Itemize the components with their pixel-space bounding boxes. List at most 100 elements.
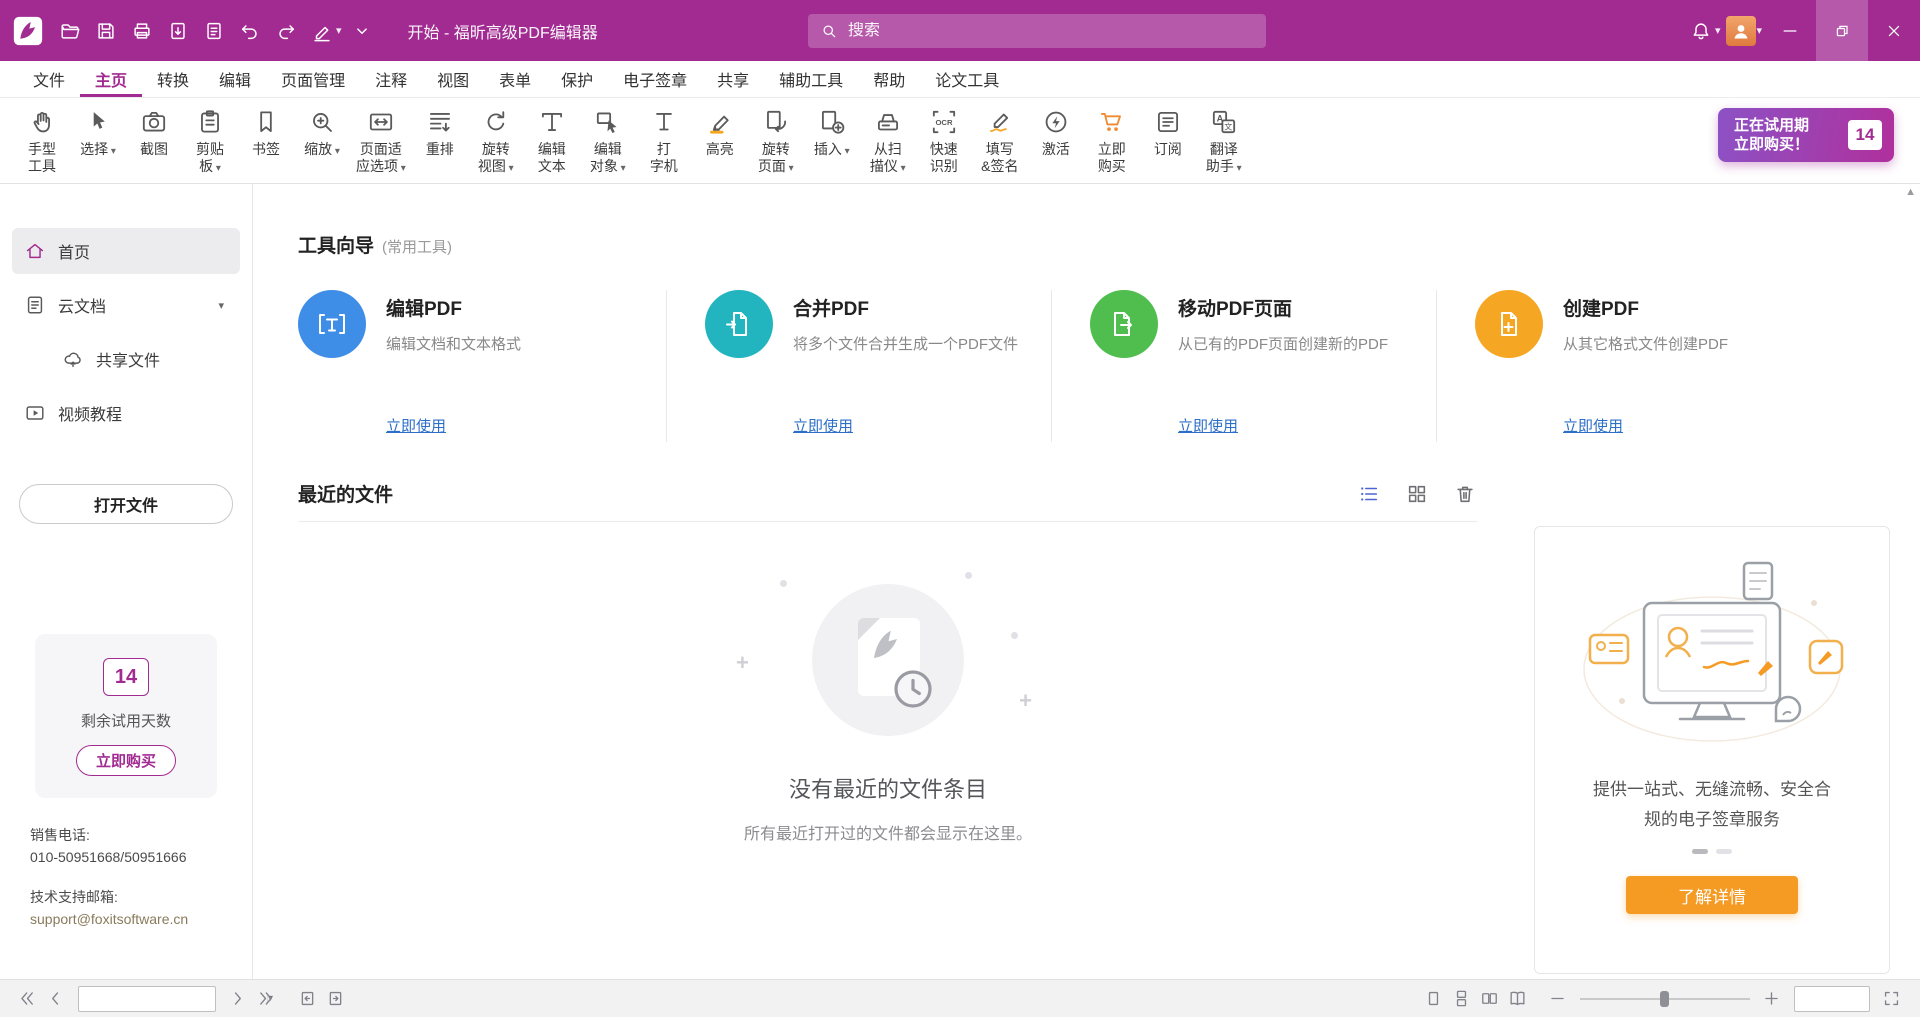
- search-input[interactable]: [848, 22, 1254, 40]
- tool-edit-text[interactable]: 编辑 文本: [530, 107, 574, 177]
- use-now-link[interactable]: 立即使用: [793, 415, 853, 436]
- search-box[interactable]: [808, 14, 1266, 48]
- sidebar-item-shared-files[interactable]: 共享文件: [12, 336, 240, 382]
- learn-more-button[interactable]: 了解详情: [1626, 876, 1798, 914]
- export-doc-icon[interactable]: [160, 13, 196, 49]
- close-button[interactable]: [1868, 0, 1920, 61]
- restore-button[interactable]: [1816, 0, 1868, 61]
- tool-snapshot[interactable]: 截图: [132, 107, 176, 177]
- zoom-slider[interactable]: [1580, 986, 1750, 1012]
- next-view-button[interactable]: [322, 986, 348, 1012]
- undo-icon[interactable]: [232, 13, 268, 49]
- menu-item-help[interactable]: 帮助: [858, 61, 920, 97]
- menu-item-form[interactable]: 表单: [484, 61, 546, 97]
- foxit-logo-icon[interactable]: [10, 13, 46, 49]
- zoom-percent-input[interactable]: [1795, 987, 1869, 1011]
- tool-hand[interactable]: 手型 工具: [20, 107, 64, 177]
- use-now-link[interactable]: 立即使用: [386, 415, 446, 436]
- menu-item-convert[interactable]: 转换: [142, 61, 204, 97]
- tool-edit-object[interactable]: 编辑 对象 ▾: [586, 107, 630, 177]
- continuous-view-button[interactable]: [1448, 986, 1474, 1012]
- tool-rotate-view[interactable]: 旋转 视图 ▾: [474, 107, 518, 177]
- zoom-slider-thumb[interactable]: [1660, 991, 1669, 1007]
- customize-toolbar-icon[interactable]: [344, 13, 380, 49]
- tool-cards: 编辑PDF编辑文档和文本格式立即使用合并PDF将多个文件合并生成一个PDF文件立…: [298, 290, 1920, 442]
- menu-item-paper-tools[interactable]: 论文工具: [920, 61, 1014, 97]
- user-avatar[interactable]: [1726, 16, 1756, 46]
- menu-item-page-manage[interactable]: 页面管理: [266, 61, 360, 97]
- tool-fill-sign[interactable]: 填写 &签名: [978, 107, 1022, 177]
- tool-insert[interactable]: 插入 ▾: [810, 107, 854, 177]
- tools-guide-header: 工具向导 (常用工具): [298, 231, 1920, 258]
- buy-now-button[interactable]: 立即购买: [76, 745, 176, 776]
- open-file-button[interactable]: 打开文件: [19, 484, 233, 524]
- last-page-button[interactable]: [252, 986, 278, 1012]
- tool-card-edit-pdf[interactable]: 编辑PDF编辑文档和文本格式立即使用: [298, 290, 666, 442]
- redo-icon[interactable]: [268, 13, 304, 49]
- grid-view-icon[interactable]: [1404, 481, 1430, 507]
- bell-caret-icon[interactable]: ▾: [1715, 24, 1721, 37]
- scrollbar-up-icon[interactable]: ▲: [1905, 186, 1916, 198]
- sidebar-item-video-tutorials[interactable]: 视频教程: [12, 390, 240, 436]
- carousel-dots[interactable]: [1688, 849, 1736, 854]
- expand-caret-icon[interactable]: ▾: [218, 299, 224, 312]
- tool-fit-options[interactable]: 页面适 应选项 ▾: [356, 107, 406, 177]
- tool-rotate-page[interactable]: 旋转 页面 ▾: [754, 107, 798, 177]
- menu-item-view[interactable]: 视图: [422, 61, 484, 97]
- tool-select[interactable]: 选择 ▾: [76, 107, 120, 177]
- minimize-button[interactable]: [1764, 0, 1816, 61]
- use-now-link[interactable]: 立即使用: [1178, 415, 1238, 436]
- menu-item-esign[interactable]: 电子签章: [608, 61, 702, 97]
- trial-buy-badge[interactable]: 正在试用期 立即购买！ 14: [1718, 108, 1894, 162]
- tool-typewriter[interactable]: 打 字机: [642, 107, 686, 177]
- book-view-button[interactable]: [1504, 986, 1530, 1012]
- tool-card-merge-pdf[interactable]: 合并PDF将多个文件合并生成一个PDF文件立即使用: [666, 290, 1051, 442]
- menu-item-home[interactable]: 主页: [80, 61, 142, 97]
- fullscreen-button[interactable]: [1878, 986, 1904, 1012]
- tool-card-move-pdf[interactable]: 移动PDF页面从已有的PDF页面创建新的PDF立即使用: [1051, 290, 1436, 442]
- menu-item-protect[interactable]: 保护: [546, 61, 608, 97]
- prev-page-button[interactable]: [42, 986, 68, 1012]
- print-icon[interactable]: [124, 13, 160, 49]
- menu-item-edit[interactable]: 编辑: [204, 61, 266, 97]
- zoom-in-button[interactable]: [1758, 986, 1784, 1012]
- tool-reflow[interactable]: 重排: [418, 107, 462, 177]
- notifications-bell-icon[interactable]: [1683, 13, 1719, 49]
- menu-item-share[interactable]: 共享: [702, 61, 764, 97]
- carousel-dot[interactable]: [1716, 849, 1732, 854]
- tool-ocr[interactable]: OCR快速 识别: [922, 107, 966, 177]
- first-page-button[interactable]: [14, 986, 40, 1012]
- esign-caret-icon[interactable]: ▾: [336, 24, 342, 37]
- tool-translate[interactable]: A文翻译 助手 ▾: [1202, 107, 1246, 177]
- tool-subscribe[interactable]: 订阅: [1146, 107, 1190, 177]
- tool-card-create-pdf[interactable]: 创建PDF从其它格式文件创建PDF立即使用: [1436, 290, 1821, 442]
- tool-zoom[interactable]: 缩放 ▾: [300, 107, 344, 177]
- tool-activate[interactable]: 激活: [1034, 107, 1078, 177]
- save-icon[interactable]: [88, 13, 124, 49]
- menu-item-file[interactable]: 文件: [18, 61, 80, 97]
- prev-view-button[interactable]: [294, 986, 320, 1012]
- tool-scanner[interactable]: 从扫 描仪 ▾: [866, 107, 910, 177]
- next-page-button[interactable]: [224, 986, 250, 1012]
- menu-item-comment[interactable]: 注释: [360, 61, 422, 97]
- account-caret-icon[interactable]: ▾: [1756, 24, 1762, 37]
- use-now-link[interactable]: 立即使用: [1563, 415, 1623, 436]
- facing-view-button[interactable]: [1476, 986, 1502, 1012]
- tool-buy[interactable]: 立即 购买: [1090, 107, 1134, 177]
- open-file-icon[interactable]: [52, 13, 88, 49]
- tool-bookmark[interactable]: 书签: [244, 107, 288, 177]
- sidebar-item-home[interactable]: 首页: [12, 228, 240, 274]
- zoom-out-button[interactable]: [1544, 986, 1570, 1012]
- sidebar-item-cloud-docs[interactable]: 云文档▾: [12, 282, 240, 328]
- tool-clipboard[interactable]: 剪贴 板 ▾: [188, 107, 232, 177]
- trash-icon[interactable]: [1452, 481, 1478, 507]
- carousel-dot-active[interactable]: [1692, 849, 1708, 854]
- support-email-value[interactable]: support@foxitsoftware.cn: [30, 908, 252, 930]
- list-view-icon[interactable]: [1356, 481, 1382, 507]
- reflow-icon: [425, 107, 455, 137]
- doc-text-icon[interactable]: [196, 13, 232, 49]
- esign-pen-icon[interactable]: [304, 13, 340, 49]
- tool-highlight[interactable]: 高亮: [698, 107, 742, 177]
- single-page-view-button[interactable]: [1420, 986, 1446, 1012]
- menu-item-accessibility[interactable]: 辅助工具: [764, 61, 858, 97]
